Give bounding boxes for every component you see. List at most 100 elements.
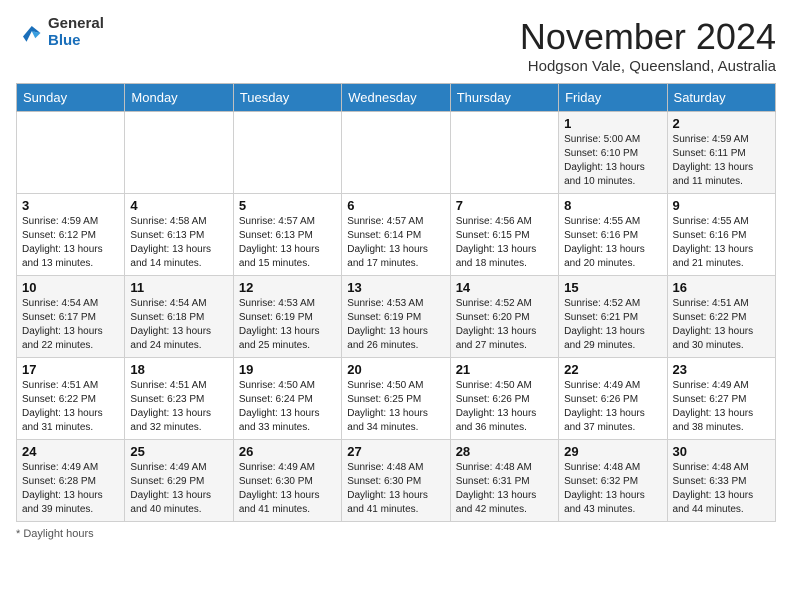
week-row-2: 10 Sunrise: 4:54 AMSunset: 6:17 PMDayligh… (17, 276, 776, 358)
day-info: Sunrise: 4:49 AMSunset: 6:30 PMDaylight:… (239, 461, 336, 517)
day-cell: 17 Sunrise: 4:51 AMSunset: 6:22 PMDayligh… (17, 358, 125, 440)
day-info: Sunrise: 4:50 AMSunset: 6:25 PMDaylight:… (347, 379, 444, 435)
day-cell: 15 Sunrise: 4:52 AMSunset: 6:21 PMDayligh… (559, 276, 667, 358)
header: General Blue November 2024 Hodgson Vale,… (16, 16, 776, 75)
day-number: 14 (456, 280, 553, 295)
day-info: Sunrise: 4:54 AMSunset: 6:17 PMDaylight:… (22, 297, 119, 353)
day-info: Sunrise: 4:52 AMSunset: 6:21 PMDaylight:… (564, 297, 661, 353)
day-cell: 12Sunrise: 4:53 AMSunset: 6:19 PMDayligh… (233, 276, 341, 358)
day-cell (233, 112, 341, 194)
day-info: Sunrise: 4:52 AMSunset: 6:20 PMDaylight:… (456, 297, 553, 353)
day-number: 5 (239, 198, 336, 213)
day-cell: 11 Sunrise: 4:54 AMSunset: 6:18 PMDayligh… (125, 276, 233, 358)
day-cell (342, 112, 450, 194)
day-info: Sunrise: 4:48 AMSunset: 6:33 PMDaylight:… (673, 461, 770, 517)
day-cell: 19Sunrise: 4:50 AMSunset: 6:24 PMDayligh… (233, 358, 341, 440)
day-info: Sunrise: 4:51 AMSunset: 6:22 PMDaylight:… (673, 297, 770, 353)
day-cell: 10 Sunrise: 4:54 AMSunset: 6:17 PMDayligh… (17, 276, 125, 358)
day-cell: 6 Sunrise: 4:57 AMSunset: 6:14 PMDaylight… (342, 194, 450, 276)
day-cell: 3Sunrise: 4:59 AMSunset: 6:12 PMDaylight… (17, 194, 125, 276)
week-row-0: 1 Sunrise: 5:00 AMSunset: 6:10 PMDaylight… (17, 112, 776, 194)
day-cell: 7Sunrise: 4:56 AMSunset: 6:15 PMDaylight… (450, 194, 558, 276)
week-row-4: 24Sunrise: 4:49 AMSunset: 6:28 PMDayligh… (17, 440, 776, 522)
footer-note: * Daylight hours (16, 528, 776, 540)
day-number: 19 (239, 362, 336, 377)
day-info: Sunrise: 4:58 AMSunset: 6:13 PMDaylight:… (130, 215, 227, 271)
day-cell: 13 Sunrise: 4:53 AMSunset: 6:19 PMDayligh… (342, 276, 450, 358)
logo-icon (16, 19, 44, 47)
day-info: Sunrise: 4:53 AMSunset: 6:19 PMDaylight:… (347, 297, 444, 353)
calendar: SundayMondayTuesdayWednesdayThursdayFrid… (16, 83, 776, 522)
day-cell: 28Sunrise: 4:48 AMSunset: 6:31 PMDayligh… (450, 440, 558, 522)
day-info: Sunrise: 4:54 AMSunset: 6:18 PMDaylight:… (130, 297, 227, 353)
title-block: November 2024 Hodgson Vale, Queensland, … (520, 16, 776, 75)
day-info: Sunrise: 4:51 AMSunset: 6:22 PMDaylight:… (22, 379, 119, 435)
day-number: 15 (564, 280, 661, 295)
day-number: 17 (22, 362, 119, 377)
day-number: 6 (347, 198, 444, 213)
day-info: Sunrise: 4:53 AMSunset: 6:19 PMDaylight:… (239, 297, 336, 353)
daylight-label: Daylight hours (23, 528, 93, 540)
day-cell: 29 Sunrise: 4:48 AMSunset: 6:32 PMDayligh… (559, 440, 667, 522)
logo-text: General Blue (48, 16, 104, 49)
day-number: 1 (564, 116, 661, 131)
day-info: Sunrise: 4:55 AMSunset: 6:16 PMDaylight:… (673, 215, 770, 271)
day-cell: 16 Sunrise: 4:51 AMSunset: 6:22 PMDayligh… (667, 276, 775, 358)
day-number: 30 (673, 444, 770, 459)
column-header-wednesday: Wednesday (342, 84, 450, 112)
day-number: 21 (456, 362, 553, 377)
column-header-monday: Monday (125, 84, 233, 112)
day-cell: 5Sunrise: 4:57 AMSunset: 6:13 PMDaylight… (233, 194, 341, 276)
day-info: Sunrise: 4:49 AMSunset: 6:27 PMDaylight:… (673, 379, 770, 435)
day-cell: 8 Sunrise: 4:55 AMSunset: 6:16 PMDaylight… (559, 194, 667, 276)
day-cell: 30 Sunrise: 4:48 AMSunset: 6:33 PMDayligh… (667, 440, 775, 522)
day-number: 9 (673, 198, 770, 213)
day-number: 23 (673, 362, 770, 377)
day-cell: 23 Sunrise: 4:49 AMSunset: 6:27 PMDayligh… (667, 358, 775, 440)
column-header-sunday: Sunday (17, 84, 125, 112)
day-info: Sunrise: 4:48 AMSunset: 6:32 PMDaylight:… (564, 461, 661, 517)
day-info: Sunrise: 4:50 AMSunset: 6:26 PMDaylight:… (456, 379, 553, 435)
day-info: Sunrise: 4:49 AMSunset: 6:29 PMDaylight:… (130, 461, 227, 517)
day-number: 25 (130, 444, 227, 459)
day-cell: 25 Sunrise: 4:49 AMSunset: 6:29 PMDayligh… (125, 440, 233, 522)
day-number: 13 (347, 280, 444, 295)
day-info: Sunrise: 4:48 AMSunset: 6:30 PMDaylight:… (347, 461, 444, 517)
day-number: 16 (673, 280, 770, 295)
location: Hodgson Vale, Queensland, Australia (520, 58, 776, 75)
day-cell: 21 Sunrise: 4:50 AMSunset: 6:26 PMDayligh… (450, 358, 558, 440)
day-number: 10 (22, 280, 119, 295)
month-title: November 2024 (520, 16, 776, 58)
day-number: 27 (347, 444, 444, 459)
day-info: Sunrise: 4:55 AMSunset: 6:16 PMDaylight:… (564, 215, 661, 271)
logo: General Blue (16, 16, 104, 49)
calendar-header-row: SundayMondayTuesdayWednesdayThursdayFrid… (17, 84, 776, 112)
week-row-3: 17 Sunrise: 4:51 AMSunset: 6:22 PMDayligh… (17, 358, 776, 440)
day-number: 7 (456, 198, 553, 213)
day-cell (450, 112, 558, 194)
day-cell: 26Sunrise: 4:49 AMSunset: 6:30 PMDayligh… (233, 440, 341, 522)
column-header-saturday: Saturday (667, 84, 775, 112)
logo-blue: Blue (48, 33, 104, 50)
day-cell: 2Sunrise: 4:59 AMSunset: 6:11 PMDaylight… (667, 112, 775, 194)
day-info: Sunrise: 4:57 AMSunset: 6:14 PMDaylight:… (347, 215, 444, 271)
day-cell: 18Sunrise: 4:51 AMSunset: 6:23 PMDayligh… (125, 358, 233, 440)
day-cell: 1 Sunrise: 5:00 AMSunset: 6:10 PMDaylight… (559, 112, 667, 194)
day-cell: 24Sunrise: 4:49 AMSunset: 6:28 PMDayligh… (17, 440, 125, 522)
day-number: 8 (564, 198, 661, 213)
day-cell: 20 Sunrise: 4:50 AMSunset: 6:25 PMDayligh… (342, 358, 450, 440)
day-cell (125, 112, 233, 194)
day-cell: 14 Sunrise: 4:52 AMSunset: 6:20 PMDayligh… (450, 276, 558, 358)
day-number: 4 (130, 198, 227, 213)
day-number: 11 (130, 280, 227, 295)
day-number: 20 (347, 362, 444, 377)
day-info: Sunrise: 5:00 AMSunset: 6:10 PMDaylight:… (564, 133, 661, 189)
day-cell: 27 Sunrise: 4:48 AMSunset: 6:30 PMDayligh… (342, 440, 450, 522)
day-number: 3 (22, 198, 119, 213)
day-cell: 9 Sunrise: 4:55 AMSunset: 6:16 PMDaylight… (667, 194, 775, 276)
day-info: Sunrise: 4:59 AMSunset: 6:11 PMDaylight:… (673, 133, 770, 189)
day-number: 22 (564, 362, 661, 377)
day-number: 29 (564, 444, 661, 459)
column-header-tuesday: Tuesday (233, 84, 341, 112)
day-cell: 4 Sunrise: 4:58 AMSunset: 6:13 PMDaylight… (125, 194, 233, 276)
